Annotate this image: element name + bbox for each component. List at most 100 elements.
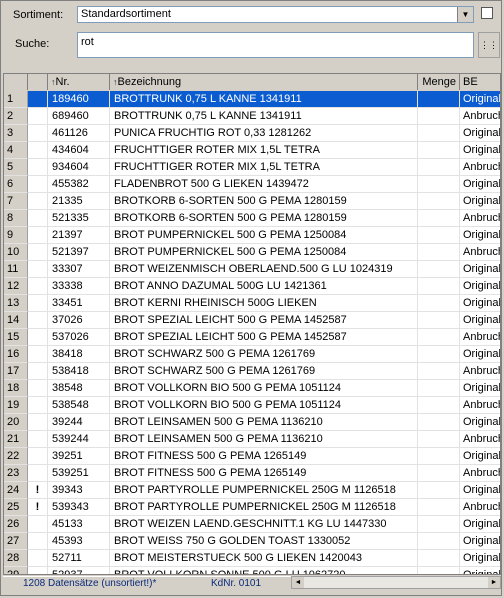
cell-flag (28, 414, 48, 431)
table-row[interactable]: 14 37026 BROT SPEZIAL LEICHT 500 G PEMA 14… (4, 312, 500, 329)
cell-menge (418, 278, 460, 295)
cell-be: Original (460, 567, 500, 574)
table-row[interactable]: 1 189460 BROTTRUNK 0,75 L KANNE 1341911 Ori… (4, 91, 500, 108)
cell-nr: 189460 (48, 91, 110, 108)
cell-idx: 25 (4, 499, 28, 516)
cell-nr: 521397 (48, 244, 110, 261)
cell-menge (418, 159, 460, 176)
table-row[interactable]: 22 39251 BROT FITNESS 500 G PEMA 1265149 Or… (4, 448, 500, 465)
cell-nr: 39343 (48, 482, 110, 499)
option-checkbox[interactable] (481, 7, 493, 19)
cell-bez: BROT SPEZIAL LEICHT 500 G PEMA 1452587 (110, 329, 418, 346)
cell-idx: 19 (4, 397, 28, 414)
sortiment-dropdown[interactable]: Standardsortiment ▼ (77, 6, 474, 23)
cell-bez: BROT KERNI RHEINISCH 500G LIEKEN (110, 295, 418, 312)
table-row[interactable]: 19 538548 BROT VOLLKORN BIO 500 G PEMA 105… (4, 397, 500, 414)
table-row[interactable]: 23 539251 BROT FITNESS 500 G PEMA 1265149 A… (4, 465, 500, 482)
cell-nr: 39244 (48, 414, 110, 431)
table-row[interactable]: 26 45133 BROT WEIZEN LAEND.GESCHNITT.1 KG … (4, 516, 500, 533)
table-row[interactable]: 8 521335 BROTKORB 6-SORTEN 500 G PEMA 1280… (4, 210, 500, 227)
more-icon[interactable]: ⋮⋮ (478, 32, 500, 58)
search-input-value: rot (81, 36, 94, 48)
table-row[interactable]: 21 539244 BROT LEINSAMEN 500 G PEMA 113621… (4, 431, 500, 448)
cell-bez: FRUCHTTIGER ROTER MIX 1,5L TETRA (110, 142, 418, 159)
scroll-left-icon[interactable]: ◄ (292, 577, 304, 588)
table-row[interactable]: 18 38548 BROT VOLLKORN BIO 500 G PEMA 1051… (4, 380, 500, 397)
cell-nr: 538418 (48, 363, 110, 380)
cell-be: Anbruch (460, 159, 500, 176)
cell-idx: 27 (4, 533, 28, 550)
header-flag (28, 74, 48, 90)
cell-be: Original (460, 312, 500, 329)
cell-idx: 1 (4, 91, 28, 108)
cell-bez: FRUCHTTIGER ROTER MIX 1,5L TETRA (110, 159, 418, 176)
table-row[interactable]: 9 21397 BROT PUMPERNICKEL 500 G PEMA 12500… (4, 227, 500, 244)
cell-be: Anbruch (460, 363, 500, 380)
cell-idx: 8 (4, 210, 28, 227)
cell-be: Original (460, 550, 500, 567)
cell-flag: ! (28, 482, 48, 499)
table-row[interactable]: 27 45393 BROT WEISS 750 G GOLDEN TOAST 133… (4, 533, 500, 550)
cell-idx: 24 (4, 482, 28, 499)
cell-nr: 521335 (48, 210, 110, 227)
cell-flag (28, 363, 48, 380)
table-row[interactable]: 6 455382 FLADENBROT 500 G LIEKEN 1439472 Or… (4, 176, 500, 193)
table-row[interactable]: 12 33338 BROT ANNO DAZUMAL 500G LU 1421361… (4, 278, 500, 295)
cell-be: Original (460, 278, 500, 295)
table-row[interactable]: 7 21335 BROTKORB 6-SORTEN 500 G PEMA 12801… (4, 193, 500, 210)
cell-flag (28, 346, 48, 363)
cell-flag (28, 176, 48, 193)
table-row[interactable]: 2 689460 BROTTRUNK 0,75 L KANNE 1341911 Anb… (4, 108, 500, 125)
table-row[interactable]: 5 934604 FRUCHTTIGER ROTER MIX 1,5L TETRA A… (4, 159, 500, 176)
table-row[interactable]: 13 33451 BROT KERNI RHEINISCH 500G LIEKEN O… (4, 295, 500, 312)
cell-be: Original (460, 125, 500, 142)
table-row[interactable]: 3 461126 PUNICA FRUCHTIG ROT 0,33 1281262 O… (4, 125, 500, 142)
table-row[interactable]: 10 521397 BROT PUMPERNICKEL 500 G PEMA 125… (4, 244, 500, 261)
record-count: 1208 Datensätze (unsortiert!)* (23, 578, 157, 589)
table-row[interactable]: 28 52711 BROT MEISTERSTUECK 500 G LIEKEN 1… (4, 550, 500, 567)
cell-flag (28, 91, 48, 108)
table-row[interactable]: 15 537026 BROT SPEZIAL LEICHT 500 G PEMA 1… (4, 329, 500, 346)
cell-idx: 20 (4, 414, 28, 431)
scroll-right-icon[interactable]: ► (488, 577, 500, 588)
cell-idx: 2 (4, 108, 28, 125)
cell-nr: 689460 (48, 108, 110, 125)
table-row[interactable]: 24! 39343 BROT PARTYROLLE PUMPERNICKEL 250… (4, 482, 500, 499)
table-row[interactable]: 16 38418 BROT SCHWARZ 500 G PEMA 1261769 Or… (4, 346, 500, 363)
cell-nr: 38418 (48, 346, 110, 363)
sortiment-label: Sortiment: (13, 9, 64, 21)
cell-bez: FLADENBROT 500 G LIEKEN 1439472 (110, 176, 418, 193)
cell-nr: 52937 (48, 567, 110, 574)
cell-bez: BROT PUMPERNICKEL 500 G PEMA 1250084 (110, 244, 418, 261)
header-nr[interactable]: ↑Nr. (48, 74, 110, 90)
cell-nr: 455382 (48, 176, 110, 193)
cell-nr: 461126 (48, 125, 110, 142)
cell-menge (418, 397, 460, 414)
cell-flag (28, 312, 48, 329)
horizontal-scrollbar[interactable]: ◄ ► (291, 576, 501, 589)
cell-nr: 537026 (48, 329, 110, 346)
table-row[interactable]: 25! 539343 BROT PARTYROLLE PUMPERNICKEL 25… (4, 499, 500, 516)
table-row[interactable]: 17 538418 BROT SCHWARZ 500 G PEMA 1261769 A… (4, 363, 500, 380)
header-bezeichnung[interactable]: ↑Bezeichnung (110, 74, 418, 90)
header-be[interactable]: BE (460, 74, 500, 90)
cell-bez: BROT MEISTERSTUECK 500 G LIEKEN 1420043 (110, 550, 418, 567)
cell-bez: BROT SCHWARZ 500 G PEMA 1261769 (110, 363, 418, 380)
cell-menge (418, 567, 460, 574)
cell-menge (418, 533, 460, 550)
table-row[interactable]: 29 52937 BROT VOLLKORN SONNE 500 G LU 1062… (4, 567, 500, 574)
cell-menge (418, 516, 460, 533)
cell-bez: BROT SPEZIAL LEICHT 500 G PEMA 1452587 (110, 312, 418, 329)
cell-be: Original (460, 533, 500, 550)
cell-flag (28, 448, 48, 465)
table-row[interactable]: 4 434604 FRUCHTTIGER ROTER MIX 1,5L TETRA O… (4, 142, 500, 159)
cell-menge (418, 91, 460, 108)
cell-be: Original (460, 295, 500, 312)
search-input[interactable]: rot (77, 32, 474, 58)
cell-bez: BROT LEINSAMEN 500 G PEMA 1136210 (110, 431, 418, 448)
table-row[interactable]: 11 33307 BROT WEIZENMISCH OBERLAEND.500 G … (4, 261, 500, 278)
header-menge[interactable]: Menge (418, 74, 460, 90)
table-row[interactable]: 20 39244 BROT LEINSAMEN 500 G PEMA 1136210… (4, 414, 500, 431)
cell-nr: 33307 (48, 261, 110, 278)
chevron-down-icon[interactable]: ▼ (457, 7, 473, 22)
